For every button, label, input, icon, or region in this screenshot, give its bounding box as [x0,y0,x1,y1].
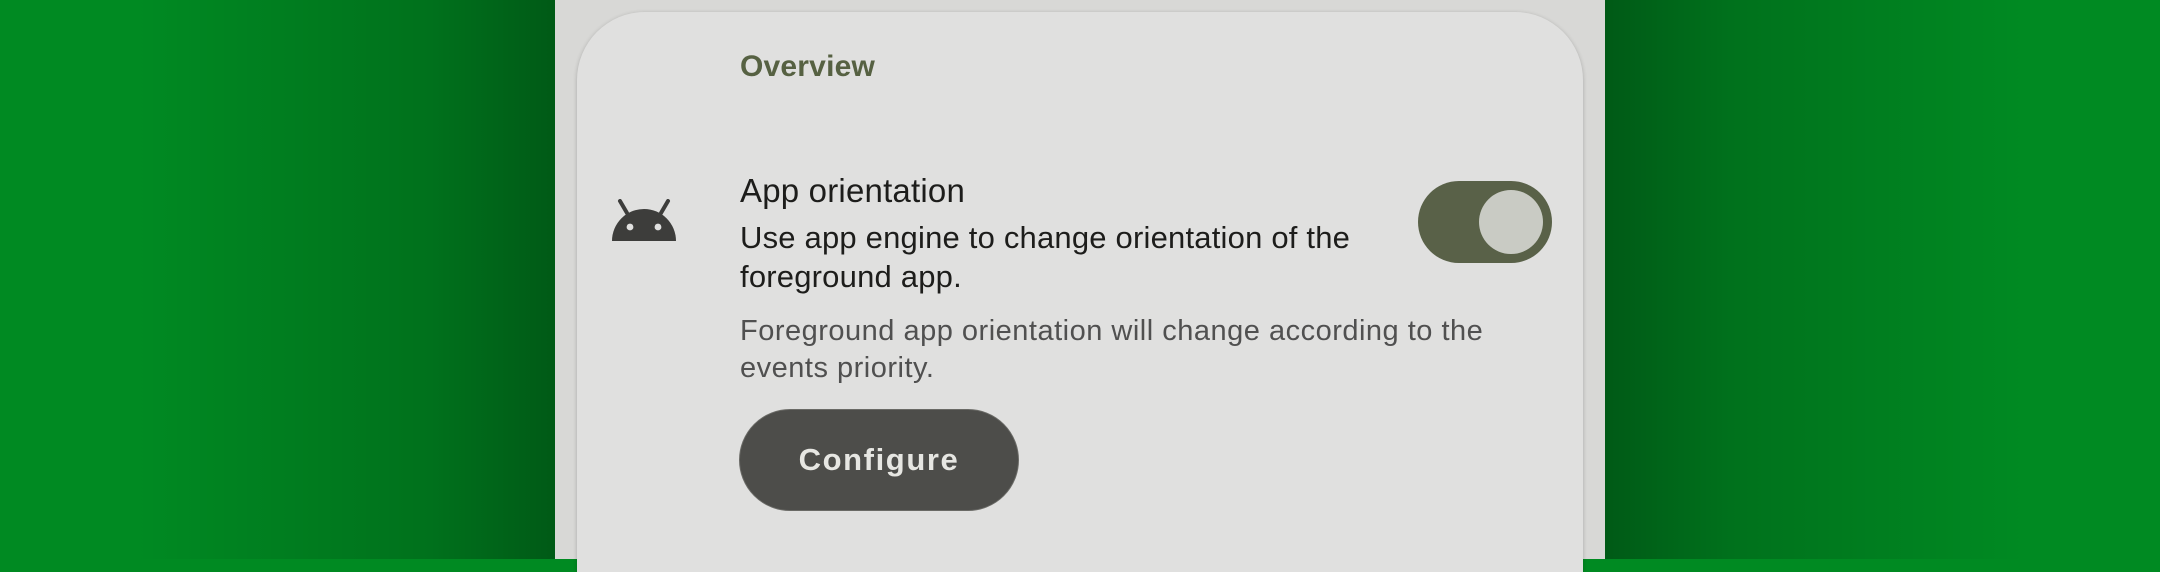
app-screen: Overview App orientation Use app engine … [555,0,1605,572]
setting-description: Foreground app orientation will change a… [740,315,1484,384]
background-shadow-left [135,0,555,559]
settings-card: Overview App orientation Use app engine … [577,12,1583,572]
orientation-toggle-switch[interactable] [1418,181,1552,263]
configure-button[interactable]: Configure [739,409,1019,511]
switch-thumb [1479,190,1543,254]
android-icon [610,199,678,241]
background-shadow-right [1605,0,2025,559]
section-header: Overview [740,50,876,83]
setting-summary: Use app engine to change orientation of … [740,220,1351,294]
setting-title: App orientation [740,172,965,209]
